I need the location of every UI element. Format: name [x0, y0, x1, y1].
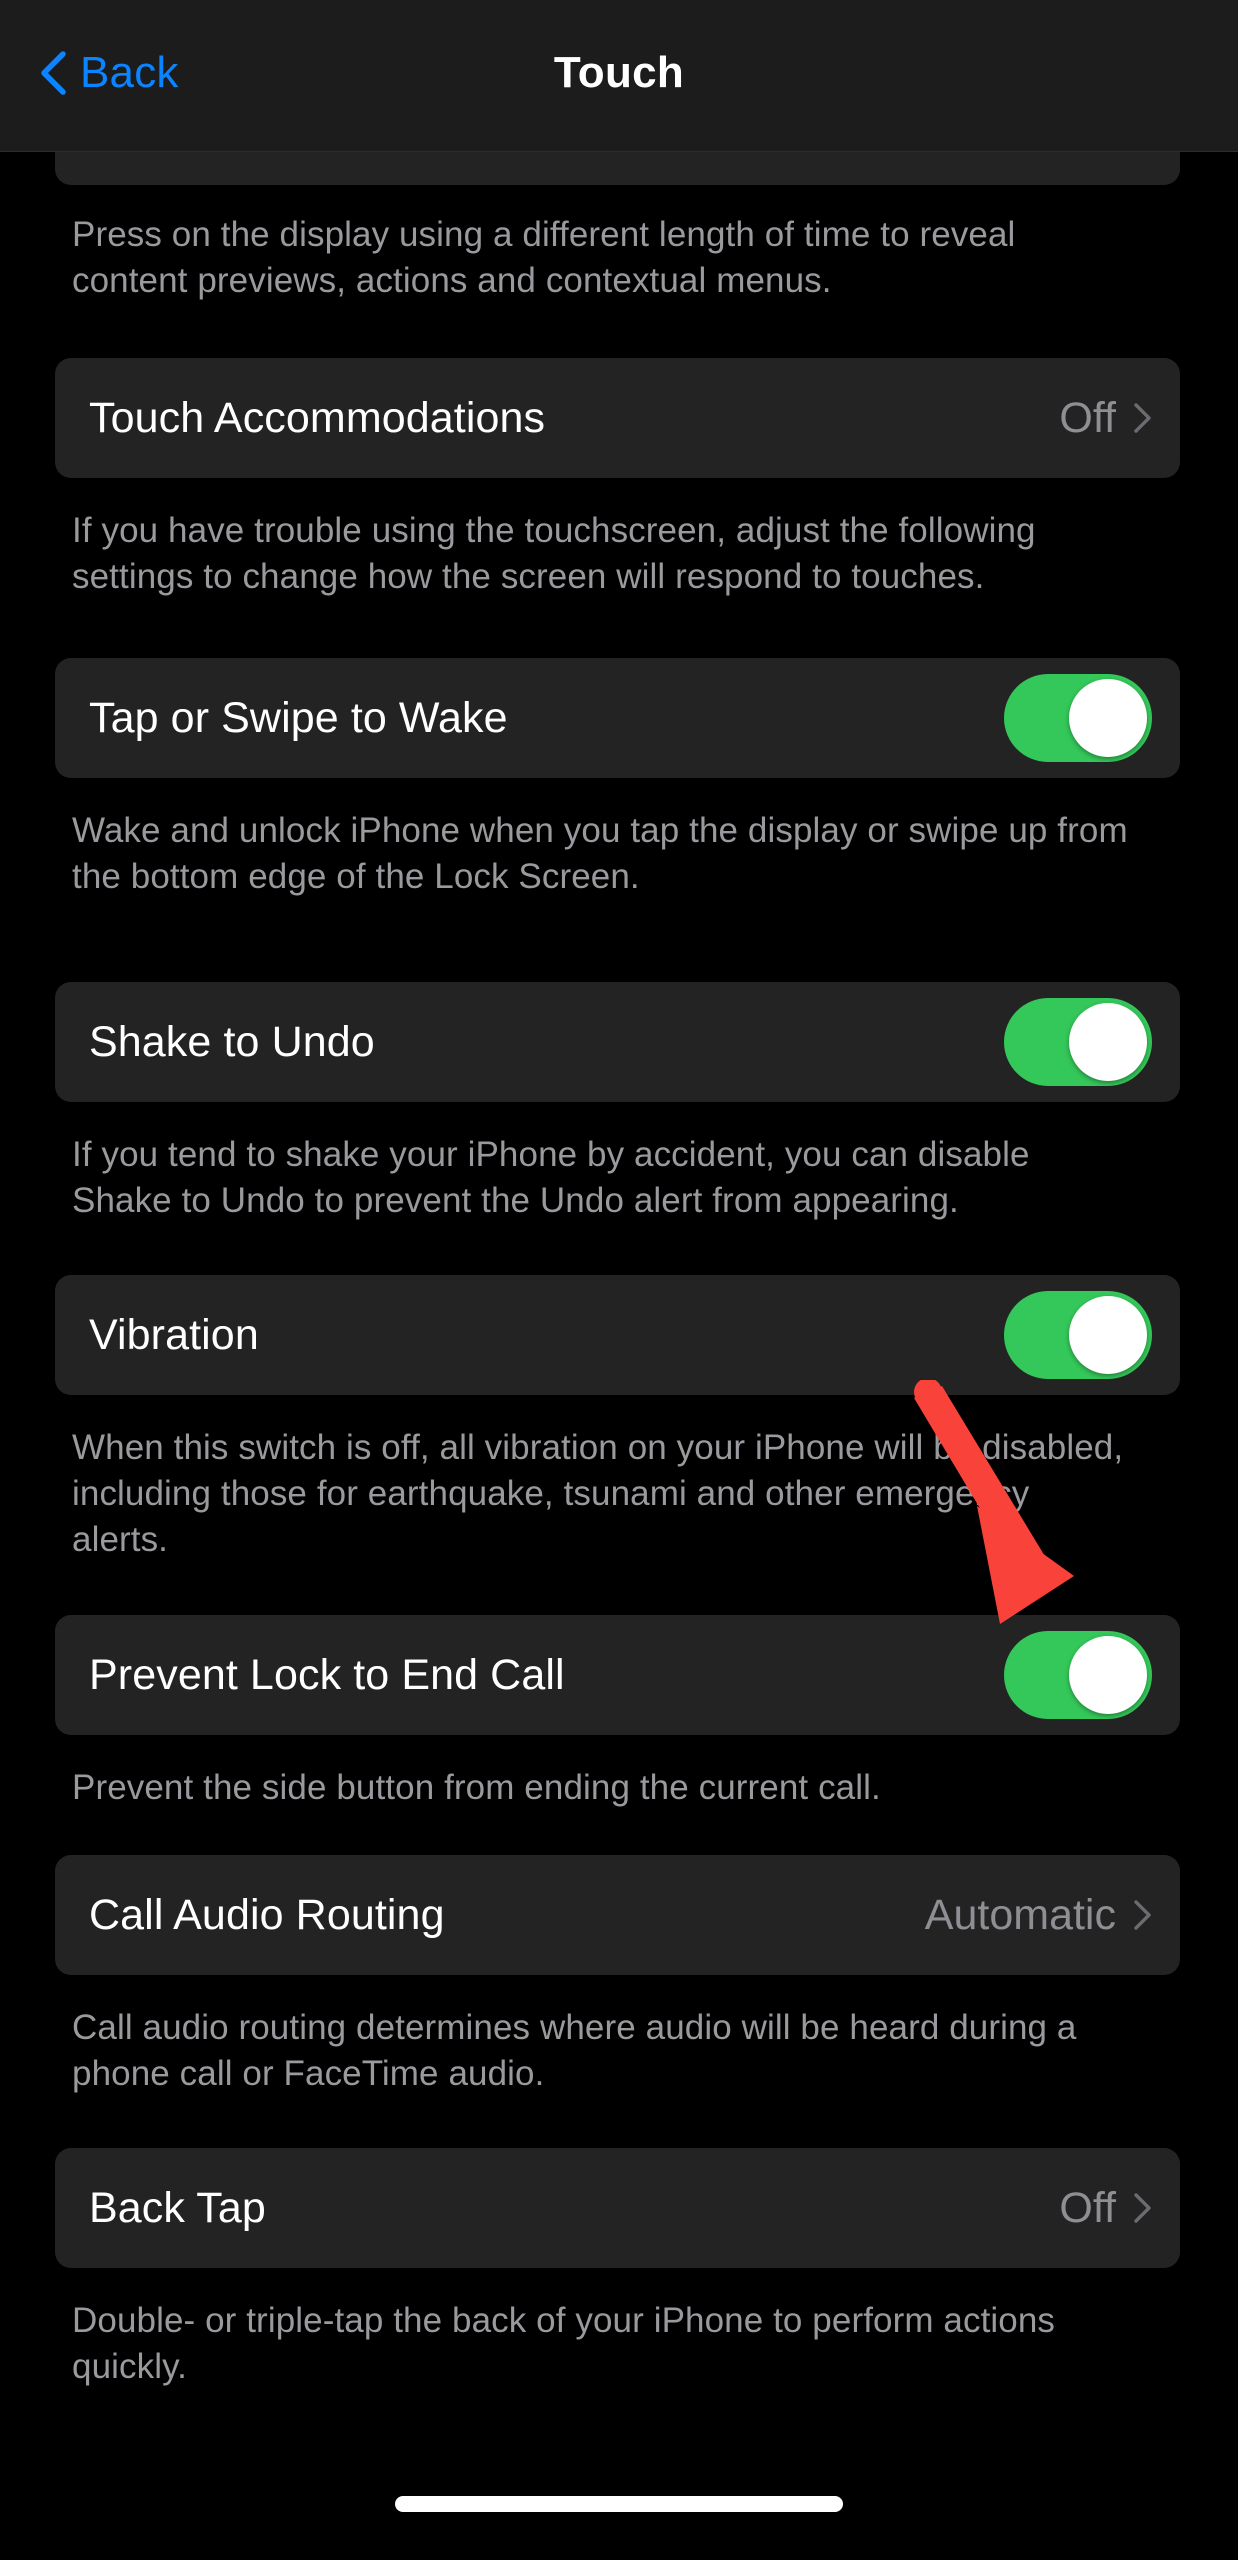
row-back-tap[interactable]: Back Tap Off	[55, 2148, 1180, 2268]
row-call-audio-routing[interactable]: Call Audio Routing Automatic	[55, 1855, 1180, 1975]
chevron-right-icon	[1134, 2193, 1151, 2223]
chevron-right-icon	[1134, 403, 1151, 433]
vibration-footer: When this switch is off, all vibration o…	[72, 1428, 1124, 1560]
row-label-touch-accommodations: Touch Accommodations	[89, 393, 546, 442]
prevent-lock-to-end-call-footer: Prevent the side button from ending the …	[72, 1768, 881, 1807]
iphone-settings-screen: Press on the display using a different l…	[0, 0, 1238, 2560]
home-indicator	[395, 2496, 843, 2512]
haptic-touch-footer: Press on the display using a different l…	[72, 215, 1016, 301]
row-label-call-audio-routing: Call Audio Routing	[89, 1890, 445, 1939]
navigation-bar: Back Touch	[0, 0, 1238, 152]
page-title: Touch	[553, 48, 685, 97]
toggle-knob	[1069, 1296, 1147, 1374]
back-tap-footer: Double- or triple-tap the back of your i…	[72, 2301, 1056, 2387]
row-value-back-tap: Off	[1059, 2183, 1116, 2232]
row-label-shake-to-undo: Shake to Undo	[89, 1017, 375, 1066]
toggle-knob	[1069, 1636, 1147, 1714]
call-audio-routing-footer: Call audio routing determines where audi…	[72, 2008, 1077, 2094]
row-value-call-audio-routing: Automatic	[924, 1890, 1116, 1939]
row-vibration[interactable]: Vibration	[55, 1275, 1180, 1395]
row-label-back-tap: Back Tap	[89, 2183, 266, 2232]
touch-accommodations-footer: If you have trouble using the touchscree…	[72, 511, 1036, 597]
shake-to-undo-footer: If you tend to shake your iPhone by acci…	[72, 1135, 1030, 1221]
toggle-prevent-lock-to-end-call[interactable]	[1004, 1631, 1152, 1719]
chevron-right-icon	[1134, 1900, 1151, 1930]
toggle-knob	[1069, 1003, 1147, 1081]
toggle-knob	[1069, 679, 1147, 757]
toggle-shake-to-undo[interactable]	[1004, 998, 1152, 1086]
tap-or-swipe-to-wake-footer: Wake and unlock iPhone when you tap the …	[72, 811, 1128, 897]
row-tap-or-swipe-to-wake[interactable]: Tap or Swipe to Wake	[55, 658, 1180, 778]
row-label-vibration: Vibration	[89, 1310, 259, 1359]
row-value-touch-accommodations: Off	[1059, 393, 1116, 442]
toggle-tap-or-swipe-to-wake[interactable]	[1004, 674, 1152, 762]
row-prevent-lock-to-end-call[interactable]: Prevent Lock to End Call	[55, 1615, 1180, 1735]
settings-scroll-view[interactable]: Press on the display using a different l…	[0, 0, 1238, 2560]
row-shake-to-undo[interactable]: Shake to Undo	[55, 982, 1180, 1102]
toggle-vibration[interactable]	[1004, 1291, 1152, 1379]
row-label-prevent-lock-to-end-call: Prevent Lock to End Call	[89, 1650, 565, 1699]
row-label-tap-or-swipe-to-wake: Tap or Swipe to Wake	[89, 693, 508, 742]
row-touch-accommodations[interactable]: Touch Accommodations Off	[55, 358, 1180, 478]
